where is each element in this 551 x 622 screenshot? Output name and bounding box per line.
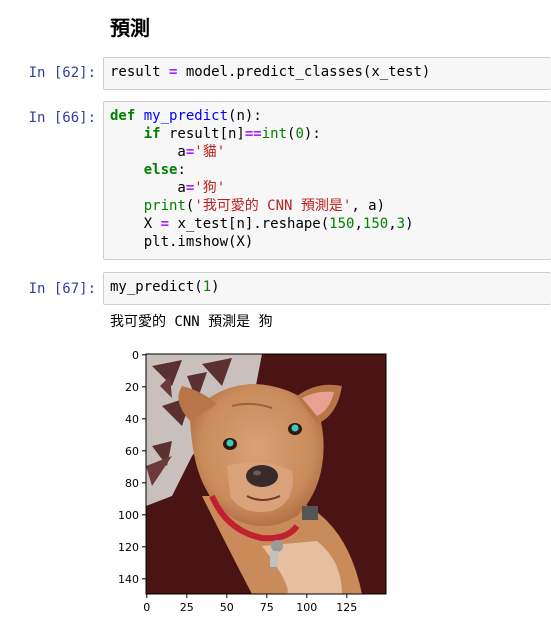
cell-prompt-62: In [62]:	[28, 65, 96, 81]
code-line: plt.imshow(X)	[110, 233, 545, 251]
code-token: )	[405, 216, 414, 232]
cell-output-text: 我可愛的 CNN 預測是 狗	[110, 314, 273, 330]
code-line: else:	[110, 161, 545, 179]
y-tick-label: 40	[125, 413, 139, 426]
code-token: ,	[388, 216, 397, 232]
code-line: my_predict(1)	[110, 278, 545, 296]
code-token: def	[110, 108, 136, 124]
y-tick-label: 100	[118, 509, 139, 522]
code-line: X = x_test[n].reshape(150,150,3)	[110, 215, 545, 233]
code-token: 1	[202, 279, 212, 295]
code-token: (n):	[228, 108, 262, 124]
code-token: result	[110, 64, 170, 80]
code-token: )	[211, 279, 220, 295]
y-tick-label: 80	[125, 477, 139, 490]
code-token: x_test[n].reshape(	[169, 216, 330, 232]
code-line: if result[n]==int(0):	[110, 125, 545, 143]
code-token: :	[177, 162, 186, 178]
cell-prompt-67: In [67]:	[28, 281, 96, 297]
cell-prompt-66: In [66]:	[28, 110, 96, 126]
dog-photo	[146, 354, 386, 594]
y-tick-label: 60	[125, 445, 139, 458]
code-cell-62[interactable]: result = model.predict_classes(x_test)	[103, 57, 551, 90]
code-cell-67[interactable]: my_predict(1)	[103, 272, 551, 305]
code-token: plt.imshow(X)	[110, 234, 254, 250]
code-token: X	[110, 216, 161, 232]
x-tick-label: 125	[336, 601, 357, 614]
code-token: my_predict(	[110, 279, 203, 295]
code-token: a	[110, 144, 186, 160]
code-token: 3	[396, 216, 406, 232]
imshow-figure: 0 20 40 60 80 100 120 140 0 25 50 75 100 125	[112, 346, 402, 622]
x-tick-label: 100	[296, 601, 317, 614]
code-line: def my_predict(n):	[110, 107, 545, 125]
code-token: model.predict_classes(x_test)	[177, 64, 431, 80]
x-tick-label: 75	[260, 601, 274, 614]
code-line: print('我可愛的 CNN 預測是', a)	[110, 197, 545, 215]
imshow-svg: 0 20 40 60 80 100 120 140 0 25 50 75 100 125	[118, 349, 387, 614]
code-token: int	[261, 126, 288, 142]
code-token: ==	[244, 126, 262, 142]
y-tick-label: 120	[118, 541, 139, 554]
code-token: if	[143, 126, 161, 142]
x-tick-label: 0	[143, 601, 150, 614]
section-heading: 預測	[110, 16, 150, 40]
code-token: ):	[303, 126, 321, 142]
y-axis-ticks: 0 20 40 60 80 100 120 140	[118, 349, 146, 586]
code-token: 150	[329, 216, 355, 232]
x-tick-label: 25	[180, 601, 194, 614]
code-line: a='狗'	[110, 179, 545, 197]
code-token: result[n]	[160, 126, 245, 142]
code-token: , a)	[351, 198, 386, 214]
x-axis-ticks: 0 25 50 75 100 125	[143, 594, 357, 614]
code-line: a='貓'	[110, 143, 545, 161]
code-token: print	[143, 198, 186, 214]
code-token: my_predict	[143, 108, 229, 124]
y-tick-label: 0	[132, 349, 139, 362]
code-token: ,	[354, 216, 363, 232]
y-tick-label: 140	[118, 573, 139, 586]
code-token: '我可愛的 CNN 預測是'	[194, 198, 352, 214]
code-token: 0	[295, 126, 304, 142]
code-token: '貓'	[194, 144, 226, 160]
code-token: =	[160, 216, 170, 232]
code-line: result = model.predict_classes(x_test)	[110, 63, 545, 81]
code-token: 150	[362, 216, 389, 232]
x-tick-label: 50	[220, 601, 234, 614]
code-cell-66[interactable]: def my_predict(n): if result[n]==int(0):…	[103, 101, 551, 260]
code-token: a	[110, 180, 186, 196]
code-token: else	[143, 162, 178, 178]
y-tick-label: 20	[125, 381, 139, 394]
code-token: '狗'	[194, 180, 226, 196]
